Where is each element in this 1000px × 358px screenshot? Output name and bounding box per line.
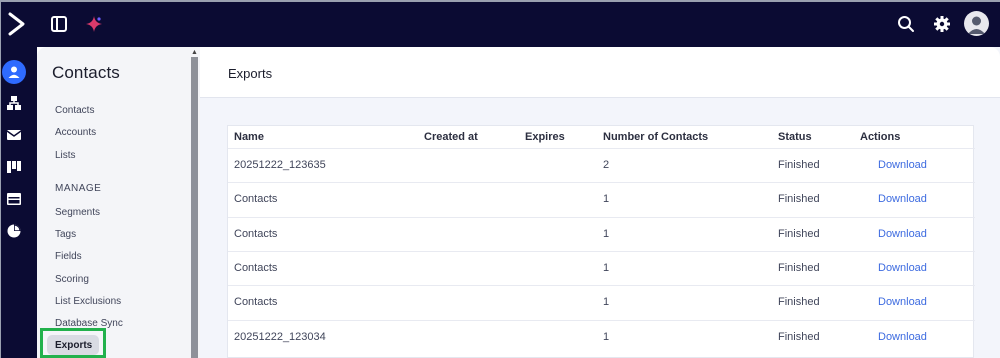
page-title: Exports: [228, 66, 273, 81]
cell-count: 2: [603, 159, 610, 171]
cell-count: 1: [603, 262, 610, 274]
cell-status: Finished: [778, 159, 820, 171]
column-header-count[interactable]: Number of Contacts: [603, 131, 708, 143]
sidebar-item-list-exclusions[interactable]: List Exclusions: [55, 296, 121, 307]
table-row: 20251222_123034 1 Finished Download: [228, 320, 975, 354]
cell-name: 20251222_123635: [234, 159, 326, 171]
table-row: Contacts 1 Finished Download: [228, 217, 975, 251]
logo-icon[interactable]: [6, 11, 28, 37]
download-link[interactable]: Download: [878, 331, 927, 343]
table-row: 20251222_123635 2 Finished Download: [228, 148, 975, 182]
cell-count: 1: [603, 228, 610, 240]
cell-status: Finished: [778, 331, 820, 343]
download-link[interactable]: Download: [878, 193, 927, 205]
contacts-icon[interactable]: [4, 62, 24, 82]
sidebar-item-segments[interactable]: Segments: [55, 207, 100, 218]
table-row: Contacts 1 Finished Download: [228, 251, 975, 285]
cell-status: Finished: [778, 228, 820, 240]
column-header-status[interactable]: Status: [778, 131, 812, 143]
cell-status: Finished: [778, 296, 820, 308]
gear-icon[interactable]: [932, 14, 952, 34]
download-link[interactable]: Download: [878, 296, 927, 308]
sidebar-item-fields[interactable]: Fields: [55, 251, 82, 262]
window-left-border: [0, 0, 1, 358]
sparkle-icon[interactable]: [84, 14, 104, 34]
board-icon[interactable]: [4, 157, 24, 177]
sidebar-selection-highlight: [40, 328, 106, 358]
sidebar-section-manage: MANAGE: [55, 183, 102, 194]
sidebar-item-contacts[interactable]: Contacts: [55, 105, 94, 116]
browser-icon[interactable]: [4, 189, 24, 209]
download-link[interactable]: Download: [878, 228, 927, 240]
main-header: Exports: [200, 47, 1000, 98]
main-content: Exports Name Created at Expires Number o…: [200, 47, 1000, 358]
scroll-up-arrow[interactable]: ▲: [191, 49, 198, 57]
cell-name: Contacts: [234, 228, 278, 240]
column-header-name[interactable]: Name: [234, 131, 264, 143]
cell-count: 1: [603, 296, 610, 308]
table-row: Contacts 1 Finished Download: [228, 285, 975, 319]
panel-toggle-icon[interactable]: [50, 15, 68, 33]
search-icon[interactable]: [896, 14, 916, 34]
pie-chart-icon[interactable]: [4, 221, 24, 241]
table-row: Contacts 1 Finished Download: [228, 182, 975, 216]
sidebar: Contacts Contacts Accounts Lists MANAGE …: [37, 47, 200, 358]
cell-name: 20251222_123034: [234, 331, 326, 343]
column-header-created[interactable]: Created at: [424, 131, 478, 143]
download-link[interactable]: Download: [878, 262, 927, 274]
window-top-border: [0, 0, 1000, 2]
sidebar-scrollbar[interactable]: [191, 57, 198, 358]
cell-status: Finished: [778, 262, 820, 274]
sidebar-item-scoring[interactable]: Scoring: [55, 274, 89, 285]
cell-name: Contacts: [234, 296, 278, 308]
cell-status: Finished: [778, 193, 820, 205]
sidebar-item-accounts[interactable]: Accounts: [55, 127, 96, 138]
sidebar-title: Contacts: [52, 63, 120, 82]
column-header-actions: Actions: [860, 131, 901, 143]
mail-icon[interactable]: [4, 125, 24, 145]
cell-name: Contacts: [234, 262, 278, 274]
user-avatar-icon[interactable]: [964, 11, 989, 36]
sidebar-item-tags[interactable]: Tags: [55, 229, 76, 240]
cell-name: Contacts: [234, 193, 278, 205]
cell-count: 1: [603, 193, 610, 205]
exports-table: Name Created at Expires Number of Contac…: [227, 125, 975, 358]
top-bar: [0, 0, 1000, 47]
column-header-expires[interactable]: Expires: [525, 131, 565, 143]
download-link[interactable]: Download: [878, 159, 927, 171]
cell-count: 1: [603, 331, 610, 343]
org-chart-icon[interactable]: [4, 93, 24, 113]
sidebar-item-lists[interactable]: Lists: [55, 150, 76, 161]
